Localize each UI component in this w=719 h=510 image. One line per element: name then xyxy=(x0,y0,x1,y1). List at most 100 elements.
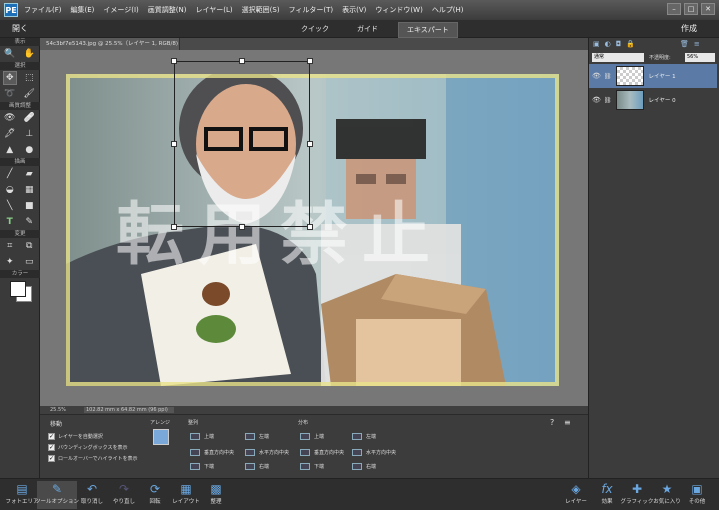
gradient-tool-icon[interactable]: ▦ xyxy=(22,183,36,197)
create-button[interactable]: 作成 xyxy=(681,23,697,34)
lasso-tool-icon[interactable]: ➰ xyxy=(3,87,17,101)
tab-guided[interactable]: ガイド xyxy=(349,22,386,38)
more-icon: ▣ xyxy=(691,482,703,496)
type-tool-icon[interactable]: T xyxy=(3,215,17,229)
show-bounding-box-checkbox[interactable]: ✓ バウンディングボックスを表示 xyxy=(48,444,138,451)
more-button[interactable]: ▣ その他 xyxy=(677,481,717,509)
crop-tool-icon[interactable]: ⌗ xyxy=(3,239,17,253)
align-bottom[interactable]: 下端 xyxy=(190,463,214,470)
rollover-highlight-checkbox[interactable]: ✓ ロールオーバーでハイライトを表示 xyxy=(48,455,138,462)
menu-help[interactable]: ヘルプ(H) xyxy=(432,5,464,15)
lock-icon[interactable]: 🔒 xyxy=(626,40,635,48)
section-enhance: 画質調整 xyxy=(0,102,40,110)
new-layer-icon[interactable]: ▣ xyxy=(593,40,600,48)
open-button[interactable]: 開く xyxy=(12,23,28,34)
photo-canvas[interactable]: 転用禁止 xyxy=(66,74,559,386)
paint-bucket-tool-icon[interactable]: ◒ xyxy=(3,183,17,197)
menu-window[interactable]: ウィンドウ(W) xyxy=(375,5,422,15)
shape-tool-icon[interactable]: ■ xyxy=(22,199,36,213)
align-vertical-center[interactable]: 垂直方向中央 xyxy=(190,449,234,456)
distribute-left[interactable]: 左端 xyxy=(352,433,376,440)
handle-top-left[interactable] xyxy=(171,58,177,64)
clone-stamp-tool-icon[interactable]: ⊥ xyxy=(22,127,36,141)
distribute-horizontal-center[interactable]: 水平方向中央 xyxy=(352,449,396,456)
pencil-tool-icon[interactable]: ✎ xyxy=(22,215,36,229)
eyedropper-tool-icon[interactable]: ╲ xyxy=(3,199,17,213)
align-left[interactable]: 左端 xyxy=(245,433,269,440)
distribute-vertical-center[interactable]: 垂直方向中央 xyxy=(300,449,344,456)
align-top[interactable]: 上端 xyxy=(190,433,214,440)
menu-layer[interactable]: レイヤー(L) xyxy=(195,5,232,15)
menu-file[interactable]: ファイル(F) xyxy=(24,5,62,15)
marquee-tool-icon[interactable]: ⬚ xyxy=(22,71,36,85)
eraser-tool-icon[interactable]: ▰ xyxy=(22,167,36,181)
spot-healing-tool-icon[interactable]: 🩹 xyxy=(22,111,36,125)
foreground-color-swatch[interactable] xyxy=(10,281,26,297)
blend-mode-select[interactable]: 通常 xyxy=(592,53,644,62)
recompose-tool-icon[interactable]: ⧉ xyxy=(22,239,36,253)
maximize-button[interactable]: □ xyxy=(684,3,698,15)
link-icon[interactable]: ⛓ xyxy=(604,97,612,104)
section-select: 選択 xyxy=(0,62,40,70)
layer-mask-icon[interactable]: ◘ xyxy=(616,40,622,48)
star-icon: ★ xyxy=(661,482,673,496)
tab-expert[interactable]: エキスパート xyxy=(398,22,458,38)
brush-tool-icon[interactable]: ╱ xyxy=(3,167,17,181)
fx-icon: fx xyxy=(601,482,613,496)
distribute-bottom[interactable]: 下端 xyxy=(300,463,324,470)
handle-bottom-center[interactable] xyxy=(239,224,245,230)
layer-row-0[interactable]: 👁 ⛓ レイヤー 0 xyxy=(589,88,717,112)
distribute-right[interactable]: 右端 xyxy=(352,463,376,470)
opacity-field[interactable]: 56% xyxy=(685,53,715,62)
handle-top-right[interactable] xyxy=(307,58,313,64)
tool-options-icon: ✎ xyxy=(51,482,63,496)
layer-row-1[interactable]: 👁 ⛓ レイヤー 1 xyxy=(589,64,717,88)
bounding-box[interactable] xyxy=(174,61,310,227)
link-icon[interactable]: ⛓ xyxy=(604,73,612,80)
quick-select-tool-icon[interactable]: 🖌 xyxy=(22,87,36,101)
visibility-eye-icon[interactable]: 👁 xyxy=(592,72,601,80)
handle-bottom-right[interactable] xyxy=(307,224,313,230)
align-horizontal-center[interactable]: 水平方向中央 xyxy=(245,449,289,456)
trash-icon[interactable]: 🗑 xyxy=(680,40,689,48)
help-icon[interactable]: ? xyxy=(550,418,554,427)
distribute-top[interactable]: 上端 xyxy=(300,433,324,440)
red-eye-tool-icon[interactable]: 👁 xyxy=(3,111,17,125)
menu-filter[interactable]: フィルター(T) xyxy=(289,5,334,15)
panel-menu-icon[interactable]: ≡ xyxy=(564,418,571,427)
menu-image[interactable]: イメージ(I) xyxy=(103,5,138,15)
blur-tool-icon[interactable]: ▲ xyxy=(3,143,17,157)
move-tool-icon[interactable]: ✥ xyxy=(2,71,17,85)
arrange-button[interactable] xyxy=(153,429,169,445)
tool-options-button[interactable]: ✎ ツールオプション xyxy=(35,481,79,509)
handle-mid-right[interactable] xyxy=(307,141,313,147)
auto-select-layer-checkbox[interactable]: ✓ レイヤーを自動選択 xyxy=(48,433,138,440)
rotate-icon: ⟳ xyxy=(149,482,161,496)
arrange-title: アレンジ xyxy=(150,420,171,426)
content-aware-move-tool-icon[interactable]: ✦ xyxy=(3,255,17,269)
menu-enhance[interactable]: 画質調整(N) xyxy=(148,5,187,15)
smart-brush-tool-icon[interactable]: 🖋 xyxy=(3,127,17,141)
handle-top-center[interactable] xyxy=(239,58,245,64)
show-bounding-box-label: バウンディングボックスを表示 xyxy=(58,445,128,451)
section-draw: 描画 xyxy=(0,158,40,166)
tab-quick[interactable]: クイック xyxy=(293,22,337,38)
visibility-eye-icon[interactable]: 👁 xyxy=(592,96,601,104)
straighten-tool-icon[interactable]: ▭ xyxy=(22,255,36,269)
handle-mid-left[interactable] xyxy=(171,141,177,147)
document-tab[interactable]: 54c3bf7e5143.jpg @ 25.5%（レイヤー 1, RGB/8) … xyxy=(40,38,180,50)
layers-menu-icon[interactable]: ≡ xyxy=(694,40,700,48)
organizer-button[interactable]: ▩ 整理 xyxy=(196,481,236,509)
adjustment-layer-icon[interactable]: ◐ xyxy=(605,40,611,48)
sponge-tool-icon[interactable]: ● xyxy=(22,143,36,157)
menu-view[interactable]: 表示(V) xyxy=(342,5,366,15)
menu-select[interactable]: 選択範囲(S) xyxy=(242,5,280,15)
close-button[interactable]: ✕ xyxy=(701,3,715,15)
menu-edit[interactable]: 編集(E) xyxy=(71,5,95,15)
layout-icon: ▦ xyxy=(180,482,192,496)
hand-tool-icon[interactable]: ✋ xyxy=(22,47,36,61)
minimize-button[interactable]: – xyxy=(667,3,681,15)
handle-bottom-left[interactable] xyxy=(171,224,177,230)
align-right[interactable]: 右端 xyxy=(245,463,269,470)
zoom-tool-icon[interactable]: 🔍 xyxy=(3,47,17,61)
